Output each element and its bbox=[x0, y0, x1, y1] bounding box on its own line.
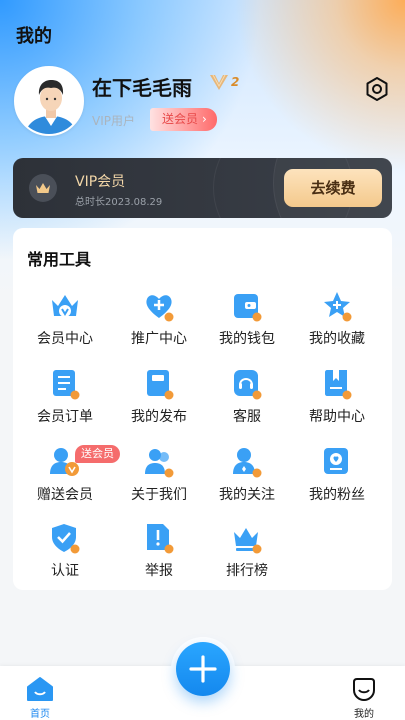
member-orders-icon bbox=[53, 370, 80, 400]
tool-member-orders[interactable]: 会员订单 bbox=[19, 368, 109, 438]
tool-label: 客服 bbox=[233, 409, 261, 425]
tool-label: 推广中心 bbox=[131, 331, 187, 347]
vip-diamond-icon bbox=[210, 74, 228, 90]
tool-label: 举报 bbox=[145, 563, 173, 579]
about-us-icon bbox=[145, 449, 174, 478]
tool-label: 赠送会员 bbox=[37, 487, 93, 503]
renew-button[interactable]: 去续费 bbox=[284, 169, 382, 207]
tool-report[interactable]: 举报 bbox=[113, 522, 203, 592]
tool-label: 我的发布 bbox=[131, 409, 187, 425]
avatar[interactable] bbox=[14, 66, 84, 136]
tool-label: 会员中心 bbox=[37, 331, 93, 347]
tool-customer-service[interactable]: 客服 bbox=[201, 368, 291, 438]
vip-expire-date: 总时长2023.08.29 bbox=[75, 197, 163, 208]
tool-label: 我的关注 bbox=[219, 487, 275, 503]
tab-home[interactable]: 首页 bbox=[20, 674, 60, 720]
settings-button[interactable] bbox=[364, 76, 390, 102]
report-icon bbox=[147, 524, 174, 554]
vip-level-badge: V 2 bbox=[208, 72, 239, 92]
tool-promotion-center[interactable]: 推广中心 bbox=[113, 290, 203, 360]
tool-about-us[interactable]: 关于我们 bbox=[113, 446, 203, 516]
tab-me-label: 我的 bbox=[354, 709, 374, 720]
vip-title: VIP会员 bbox=[75, 174, 126, 190]
gift-membership-badge[interactable]: 送会员 › bbox=[150, 108, 217, 131]
favorites-icon bbox=[324, 292, 352, 322]
tool-favorites[interactable]: 我的收藏 bbox=[291, 290, 381, 360]
tool-wallet[interactable]: 我的钱包 bbox=[201, 290, 291, 360]
fans-icon bbox=[324, 448, 348, 474]
add-button[interactable] bbox=[176, 642, 230, 696]
chevron-right-icon: › bbox=[202, 112, 207, 126]
tool-help-center[interactable]: 帮助中心 bbox=[291, 368, 381, 438]
tab-me[interactable]: 我的 bbox=[344, 674, 384, 720]
crown-icon bbox=[29, 174, 57, 202]
wallet-icon bbox=[234, 294, 262, 322]
home-icon bbox=[27, 677, 53, 701]
tool-fans[interactable]: 我的粉丝 bbox=[291, 446, 381, 516]
tool-verification[interactable]: 认证 bbox=[19, 522, 109, 592]
tool-label: 关于我们 bbox=[131, 487, 187, 503]
page-title: 我的 bbox=[16, 26, 52, 47]
member-center-icon bbox=[52, 295, 78, 317]
tool-following[interactable]: 我的关注 bbox=[201, 446, 291, 516]
profile-face-icon bbox=[353, 678, 375, 702]
tool-my-posts[interactable]: 我的发布 bbox=[113, 368, 203, 438]
tool-label: 我的收藏 bbox=[309, 331, 365, 347]
tool-label: 帮助中心 bbox=[309, 409, 365, 425]
help-center-icon bbox=[325, 370, 352, 400]
vip-level-number: 2 bbox=[231, 75, 240, 89]
vip-membership-card[interactable]: VIP会员 总时长2023.08.29 去续费 bbox=[13, 158, 392, 218]
following-icon bbox=[233, 448, 262, 478]
tools-title: 常用工具 bbox=[27, 250, 92, 269]
promotion-center-icon bbox=[146, 295, 174, 322]
gift-membership-tag: 送会员 bbox=[75, 445, 120, 463]
tool-label: 会员订单 bbox=[37, 409, 93, 425]
settings-hexagon-icon bbox=[366, 77, 388, 101]
tool-member-center[interactable]: 会员中心 bbox=[19, 290, 109, 360]
tool-label: 排行榜 bbox=[226, 563, 268, 579]
verification-icon bbox=[52, 524, 80, 554]
my-posts-icon bbox=[147, 370, 174, 400]
tool-label: 我的粉丝 bbox=[309, 487, 365, 503]
username: 在下毛毛雨 bbox=[92, 76, 192, 100]
gift-badge-label: 送会员 bbox=[162, 112, 199, 126]
plus-icon bbox=[189, 655, 217, 683]
tool-leaderboard[interactable]: 排行榜 bbox=[201, 522, 291, 592]
tool-label: 我的钱包 bbox=[219, 331, 275, 347]
user-type-label: VIP用户 bbox=[92, 114, 135, 128]
tools-card: 常用工具 会员中心 推广中心 我的钱包 我的收藏 会员订单 我的发布 客服 帮助… bbox=[13, 228, 392, 590]
tab-home-label: 首页 bbox=[30, 709, 50, 720]
tool-label: 认证 bbox=[51, 563, 79, 579]
leaderboard-icon bbox=[234, 528, 262, 554]
customer-service-icon bbox=[234, 370, 262, 400]
